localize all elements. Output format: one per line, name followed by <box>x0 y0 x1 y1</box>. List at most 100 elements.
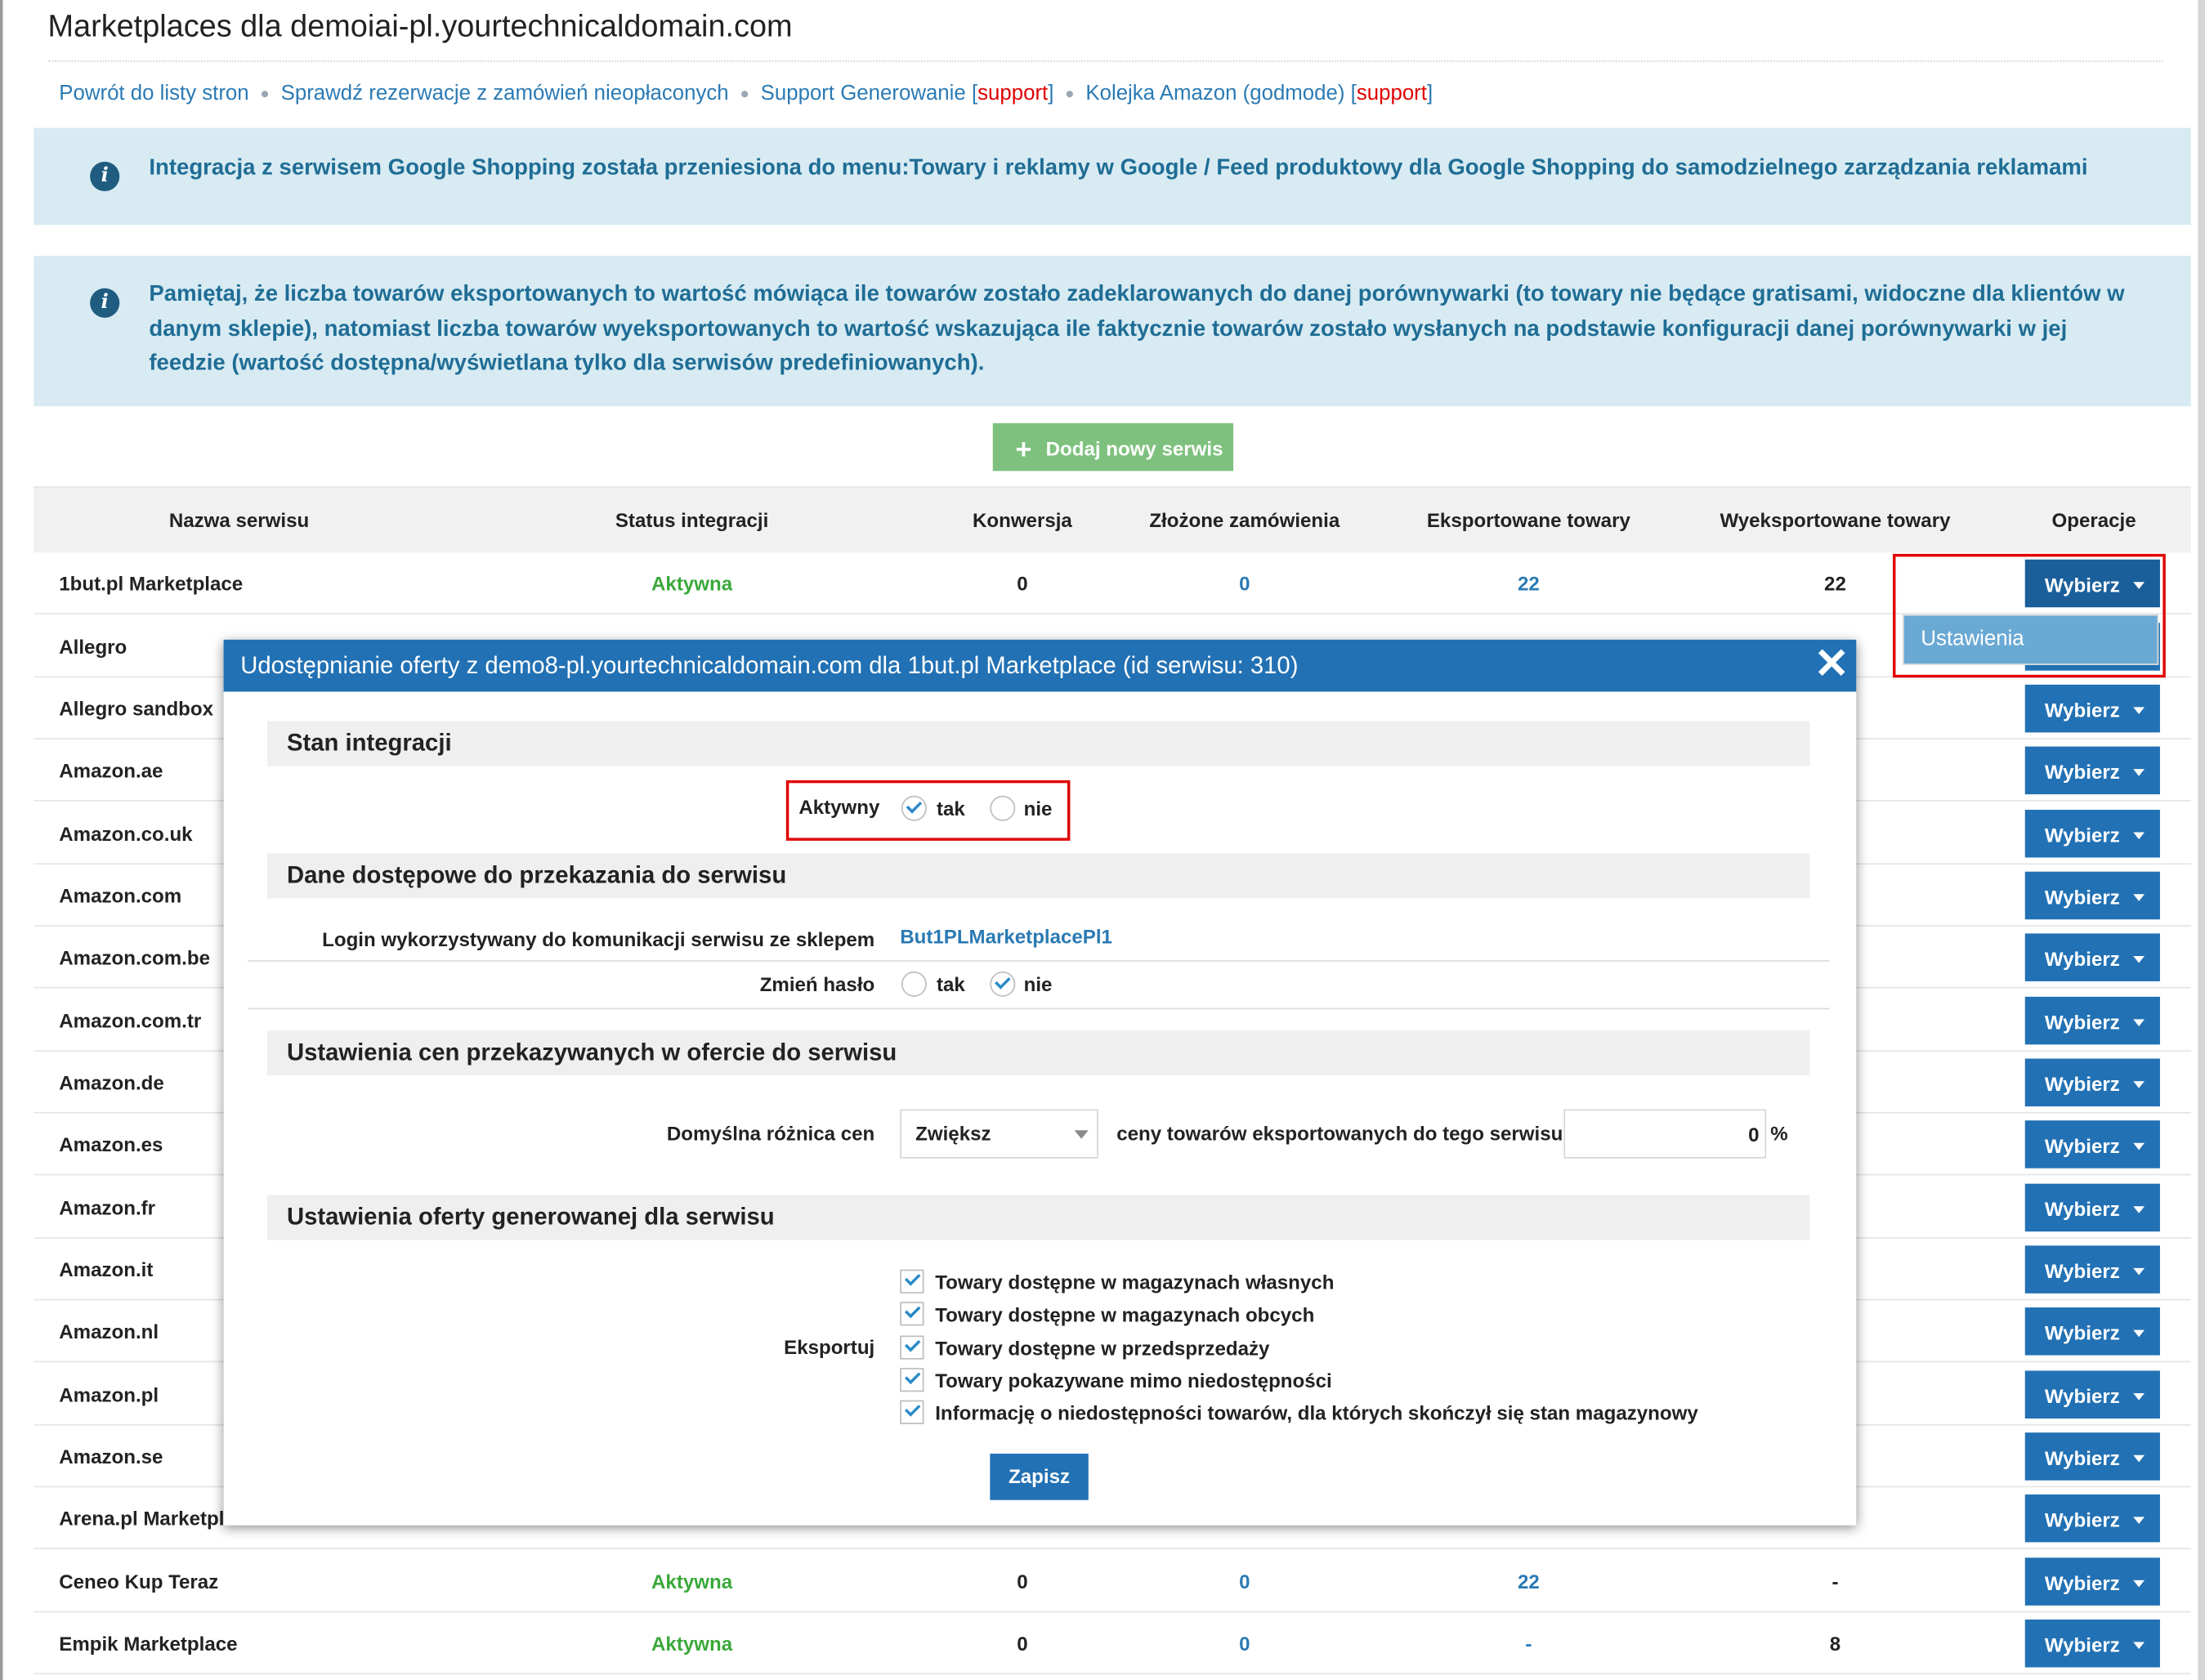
export-option-checkbox[interactable] <box>900 1334 924 1360</box>
select-action-label: Wybierz <box>2044 1633 2120 1656</box>
export-option-checkbox[interactable] <box>900 1400 924 1425</box>
highlight-box-operations <box>1893 553 2166 678</box>
info-icon: i <box>90 288 120 318</box>
orders-count[interactable]: 0 <box>1239 552 1250 614</box>
close-icon[interactable]: ✕ <box>1814 643 1849 686</box>
caret-down-icon <box>2133 832 2145 840</box>
select-action-button[interactable]: Wybierz <box>2024 1620 2160 1668</box>
price-mode-value: Zwiększ <box>915 1121 991 1145</box>
export-option-label[interactable]: Informację o niedostępności towarów, dla… <box>935 1402 1697 1425</box>
select-action-button[interactable]: Wybierz <box>2024 1120 2160 1168</box>
login-label: Login wykorzystywany do komunikacji serw… <box>322 927 875 951</box>
section-integration-state: Stan integracji <box>266 721 1810 766</box>
select-action-button[interactable]: Wybierz <box>2024 1245 2160 1294</box>
orders-count[interactable]: 0 <box>1239 1551 1250 1613</box>
export-option-label[interactable]: Towary pokazywane mimo niedostępności <box>935 1369 1331 1392</box>
select-action-button[interactable]: Wybierz <box>2024 1557 2160 1606</box>
info-icon: i <box>90 161 120 191</box>
select-action-button[interactable]: Wybierz <box>2024 1058 2160 1107</box>
export-option-checkbox[interactable] <box>900 1367 924 1392</box>
caret-down-icon <box>2133 1267 2145 1276</box>
select-action-button[interactable]: Wybierz <box>2024 810 2160 858</box>
export-option-label[interactable]: Towary dostępne w magazynach obcych <box>935 1303 1314 1326</box>
plus-icon: + <box>1015 434 1032 466</box>
select-action-label: Wybierz <box>2044 824 2120 847</box>
select-action-button[interactable]: Wybierz <box>2024 1307 2160 1356</box>
save-button[interactable]: Zapisz <box>990 1453 1089 1500</box>
service-name: Amazon.com.be <box>59 945 210 969</box>
check-icon <box>995 973 1011 990</box>
exported-count[interactable]: 22 <box>1518 552 1540 614</box>
price-difference-input[interactable] <box>1563 1109 1767 1159</box>
select-action-button[interactable]: Wybierz <box>2024 1494 2160 1543</box>
col-header-sent[interactable]: Wyeksportowane towary <box>1720 488 1950 554</box>
support-tag[interactable]: support <box>977 82 1048 105</box>
service-name: Amazon.fr <box>59 1196 156 1219</box>
export-option-label[interactable]: Towary dostępne w magazynach własnych <box>935 1271 1334 1294</box>
change-password-label: Zmień hasło <box>759 972 875 996</box>
col-header-orders[interactable]: Złożone zamówienia <box>1149 488 1340 554</box>
select-action-button[interactable]: Wybierz <box>2024 933 2160 981</box>
conversion-value: 0 <box>1017 572 1028 595</box>
price-difference-text: ceny towarów eksportowanych do tego serw… <box>1116 1121 1581 1145</box>
change-password-yes-label[interactable]: tak <box>937 973 965 996</box>
select-action-button[interactable]: Wybierz <box>2024 746 2160 795</box>
link-support-generation[interactable]: Support Generowanie <box>761 82 966 105</box>
export-option-label[interactable]: Towary dostępne w przedsprzedaży <box>935 1336 1269 1359</box>
check-icon <box>904 1270 921 1286</box>
link-separator: ● <box>740 85 749 103</box>
select-action-label: Wybierz <box>2044 885 2120 909</box>
select-action-label: Wybierz <box>2044 760 2120 784</box>
col-header-name[interactable]: Nazwa serwisu <box>169 488 309 554</box>
service-name: Amazon.es <box>59 1133 163 1156</box>
service-name: Amazon.com.tr <box>59 1009 202 1032</box>
select-action-label: Wybierz <box>2044 1508 2120 1531</box>
service-name: Amazon.com <box>59 884 182 907</box>
caret-down-icon <box>2133 1019 2145 1026</box>
link-amazon-queue[interactable]: Kolejka Amazon (godmode) <box>1085 82 1344 105</box>
link-back-to-list[interactable]: Powrót do listy stron <box>59 82 248 105</box>
caret-down-icon <box>2133 707 2145 715</box>
select-action-button[interactable]: Wybierz <box>2024 1432 2160 1481</box>
service-name: Amazon.de <box>59 1071 164 1094</box>
export-option-checkbox[interactable] <box>900 1269 924 1294</box>
select-action-button[interactable]: Wybierz <box>2024 1370 2160 1419</box>
caret-down-icon <box>2133 1517 2145 1525</box>
service-name: Amazon.se <box>59 1445 163 1468</box>
top-links: Powrót do listy stron ● Sprawdź rezerwacje… <box>59 82 1433 105</box>
check-icon <box>904 1401 921 1417</box>
table-row: Empik Marketplace Aktywna 0 0 - 8 Wybierz <box>34 1612 2191 1675</box>
support-tag[interactable]: support <box>1357 82 1427 105</box>
price-mode-select[interactable]: Zwiększ <box>900 1109 1098 1159</box>
select-action-button[interactable]: Wybierz <box>2024 996 2160 1045</box>
caret-down-icon <box>2133 955 2145 963</box>
caret-down-icon <box>2133 1329 2145 1338</box>
export-option-checkbox[interactable] <box>900 1302 924 1326</box>
select-action-button[interactable]: Wybierz <box>2024 871 2160 920</box>
select-action-button[interactable]: Wybierz <box>2024 684 2160 733</box>
conversion-value: 0 <box>1017 1570 1028 1593</box>
change-password-no-label[interactable]: nie <box>1024 973 1053 996</box>
exported-count[interactable]: 22 <box>1518 1551 1540 1613</box>
service-name: Allegro <box>59 635 127 659</box>
link-check-reservations[interactable]: Sprawdź rezerwacje z zamówień nieopłacon… <box>281 82 729 105</box>
select-action-label: Wybierz <box>2044 1384 2120 1408</box>
add-service-button[interactable]: + Dodaj nowy serwis <box>992 422 1234 471</box>
change-password-yes-radio[interactable] <box>901 971 927 997</box>
window-scrollbar-track[interactable] <box>2198 0 2205 1680</box>
select-action-label: Wybierz <box>2044 1446 2120 1469</box>
link-separator: ● <box>1065 85 1075 103</box>
select-action-label: Wybierz <box>2044 1197 2120 1221</box>
section-offer-settings: Ustawienia oferty generowanej dla serwis… <box>266 1195 1810 1240</box>
col-header-exported[interactable]: Eksportowane towary <box>1427 488 1630 554</box>
orders-count[interactable]: 0 <box>1239 1612 1250 1674</box>
chevron-down-icon <box>1074 1130 1089 1139</box>
exported-count[interactable]: - <box>1525 1612 1532 1674</box>
change-password-no-radio[interactable] <box>990 971 1016 997</box>
col-header-status[interactable]: Status integracji <box>615 488 768 554</box>
select-action-button[interactable]: Wybierz <box>2024 1183 2160 1232</box>
col-header-conversion[interactable]: Konwersja <box>973 488 1072 554</box>
service-name: Amazon.ae <box>59 759 163 782</box>
service-name: Amazon.pl <box>59 1383 159 1406</box>
sent-count: 22 <box>1824 572 1846 595</box>
